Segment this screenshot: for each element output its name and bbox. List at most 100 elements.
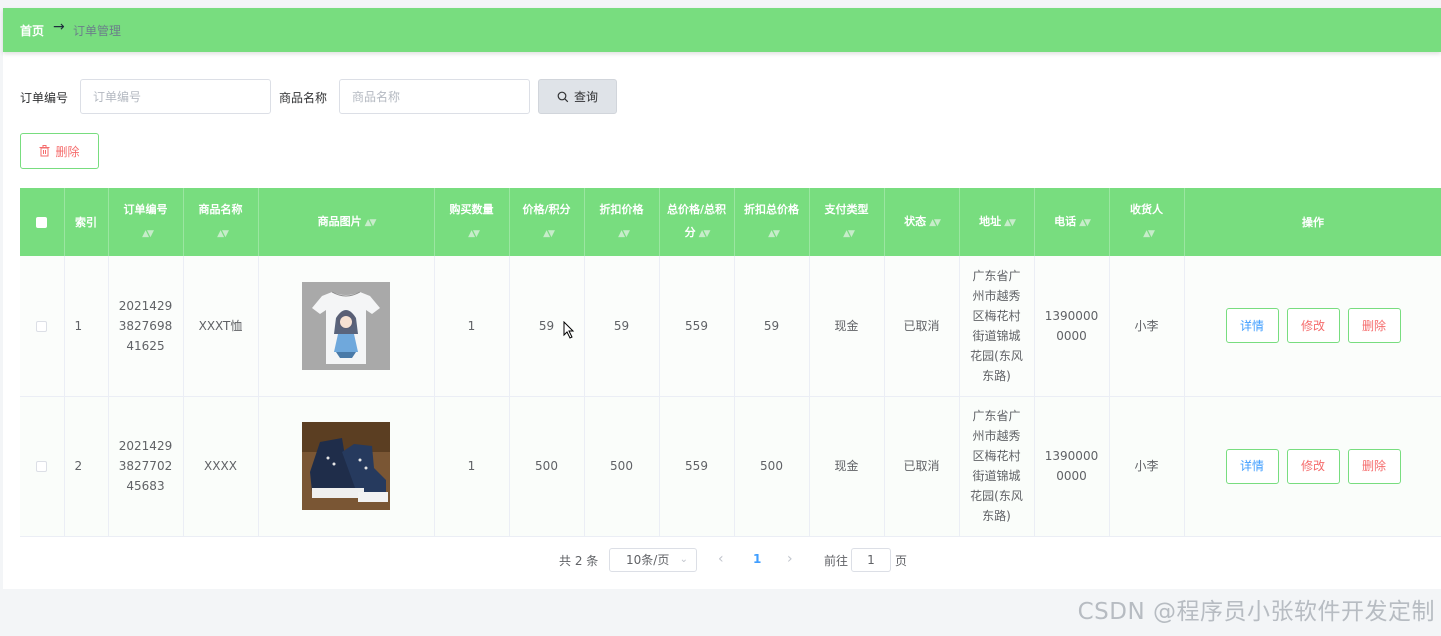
sort-icon[interactable]: ▲▼ xyxy=(1004,212,1016,235)
cell-pay-type: 现金 xyxy=(809,396,885,537)
cell-order-no: 2021429 3827698 41625 xyxy=(108,256,184,397)
pagination-total: 共 2 条 xyxy=(559,554,599,568)
cell-qty: 1 xyxy=(434,396,510,537)
cell-discount-total: 59 xyxy=(734,256,810,397)
cell-status: 已取消 xyxy=(884,396,960,537)
edit-button[interactable]: 修改 xyxy=(1286,308,1340,344)
select-all-checkbox[interactable] xyxy=(20,188,65,256)
cell-actions: 详情 修改 删除 xyxy=(1184,256,1441,397)
page-size-select[interactable]: 10条/页 ⌄ xyxy=(609,548,697,572)
orders-table: 索引 订单编号 ▲▼ 商品名称 ▲▼ 商品图片 ▲▼ 购买数量 ▲▼ 价格/积分 ▲▼ 折… xyxy=(20,188,1441,537)
col-discount-price[interactable]: 折扣价格 ▲▼ xyxy=(584,188,660,256)
query-button[interactable]: 查询 xyxy=(538,79,617,114)
table-header-row: 索引 订单编号 ▲▼ 商品名称 ▲▼ 商品图片 ▲▼ 购买数量 ▲▼ 价格/积分 ▲▼ 折… xyxy=(20,188,1441,256)
breadcrumb-home-link[interactable]: 首页 xyxy=(20,22,44,39)
cell-discount-total: 500 xyxy=(734,396,810,537)
cell-index: 1 xyxy=(64,256,109,397)
cell-price: 500 xyxy=(509,396,585,537)
cell-actions: 详情 修改 删除 xyxy=(1184,396,1441,537)
sort-icon[interactable]: ▲▼ xyxy=(618,223,630,246)
col-actions: 操作 xyxy=(1184,188,1441,256)
sort-icon[interactable]: ▲▼ xyxy=(1079,212,1091,235)
sort-icon[interactable]: ▲▼ xyxy=(929,212,941,235)
tshirt-icon xyxy=(302,281,390,370)
col-pay-type[interactable]: 支付类型 ▲▼ xyxy=(809,188,885,256)
chevron-down-icon: ⌄ xyxy=(679,554,688,565)
main-panel: 首页 → 订单管理 订单编号 商品名称 查询 删除 索引 订单编号▲▼ 商品名称… xyxy=(3,8,1441,589)
batch-delete-label: 删除 xyxy=(55,144,80,159)
trash-icon xyxy=(39,145,50,157)
row-checkbox[interactable] xyxy=(20,256,65,397)
sort-icon[interactable]: ▲▼ xyxy=(843,223,855,246)
product-name-input[interactable] xyxy=(339,79,530,114)
order-no-input[interactable] xyxy=(80,79,271,114)
batch-delete-button[interactable]: 删除 xyxy=(20,133,99,169)
delete-button[interactable]: 删除 xyxy=(1347,308,1401,344)
cell-product-image xyxy=(258,396,435,537)
col-qty[interactable]: 购买数量 ▲▼ xyxy=(434,188,510,256)
col-discount-total[interactable]: 折扣总价格▲▼ xyxy=(734,188,810,256)
breadcrumb: 首页 → 订单管理 xyxy=(3,8,1441,52)
cell-phone: 1390000 0000 xyxy=(1034,256,1110,397)
product-name-label: 商品名称 xyxy=(279,91,328,105)
cell-discount-price: 59 xyxy=(584,256,660,397)
prev-page-icon[interactable]: ‹ xyxy=(718,551,724,567)
col-order-no[interactable]: 订单编号 ▲▼ xyxy=(108,188,184,256)
query-label: 查询 xyxy=(573,90,598,104)
col-status[interactable]: 状态 ▲▼ xyxy=(884,188,960,256)
watermark: CSDN @程序员小张软件开发定制 xyxy=(1077,599,1435,625)
cell-phone: 1390000 0000 xyxy=(1034,396,1110,537)
sort-icon[interactable]: ▲▼ xyxy=(1143,223,1155,246)
cell-total: 559 xyxy=(659,256,735,397)
cell-status: 已取消 xyxy=(884,256,960,397)
cell-receiver: 小李 xyxy=(1109,256,1185,397)
col-product-name[interactable]: 商品名称 ▲▼ xyxy=(183,188,259,256)
next-page-icon[interactable]: › xyxy=(787,551,793,567)
col-receiver[interactable]: 收货人 ▲▼ xyxy=(1109,188,1185,256)
detail-button[interactable]: 详情 xyxy=(1225,448,1279,484)
col-phone[interactable]: 电话 ▲▼ xyxy=(1034,188,1110,256)
pagination: 共 2 条 10条/页 ⌄ ‹ 1 › 前往 1 页 xyxy=(3,548,1441,572)
page-size-value: 10条/页 xyxy=(626,553,670,567)
table-row: 1 2021429 3827698 41625 XXXT恤 1 59 59 55… xyxy=(20,256,1441,397)
col-total[interactable]: 总价格/总积分 ▲▼ xyxy=(659,188,735,256)
goto-label: 前往 xyxy=(824,554,849,568)
cell-index: 2 xyxy=(64,396,109,537)
detail-button[interactable]: 详情 xyxy=(1225,308,1279,344)
mouse-cursor-icon xyxy=(563,321,575,339)
breadcrumb-current: 订单管理 xyxy=(73,24,122,38)
cell-address: 广东省广 州市越秀 区梅花村 街道锦城 花园(东风 东路) xyxy=(959,396,1035,537)
order-no-label: 订单编号 xyxy=(20,91,69,105)
cell-receiver: 小李 xyxy=(1109,396,1185,537)
table-row: 2 2021429 3827702 45683 XXXX 1 500 500 5… xyxy=(20,396,1441,537)
cell-product-name: XXXX xyxy=(183,396,259,537)
sort-icon[interactable]: ▲▼ xyxy=(768,223,780,246)
sort-icon[interactable]: ▲▼ xyxy=(217,223,229,246)
col-address[interactable]: 地址 ▲▼ xyxy=(959,188,1035,256)
cell-discount-price: 500 xyxy=(584,396,660,537)
sort-icon[interactable]: ▲▼ xyxy=(365,212,377,235)
breadcrumb-arrow-icon: → xyxy=(53,19,65,35)
col-price[interactable]: 价格/积分 ▲▼ xyxy=(509,188,585,256)
cell-product-image xyxy=(258,256,435,397)
cell-address: 广东省广 州市越秀 区梅花村 街道锦城 花园(东风 东路) xyxy=(959,256,1035,397)
cell-product-name: XXXT恤 xyxy=(183,256,259,397)
cell-qty: 1 xyxy=(434,256,510,397)
search-icon xyxy=(557,91,569,102)
row-checkbox[interactable] xyxy=(20,396,65,537)
col-index: 索引 xyxy=(64,188,109,256)
page-suffix: 页 xyxy=(895,554,908,568)
sort-icon[interactable]: ▲▼ xyxy=(543,223,555,246)
sort-icon[interactable]: ▲▼ xyxy=(699,223,711,246)
sort-icon[interactable]: ▲▼ xyxy=(468,223,480,246)
delete-button[interactable]: 删除 xyxy=(1347,448,1401,484)
cell-total: 559 xyxy=(659,396,735,537)
cell-pay-type: 现金 xyxy=(809,256,885,397)
edit-button[interactable]: 修改 xyxy=(1286,448,1340,484)
page-number-current[interactable]: 1 xyxy=(753,552,761,566)
goto-page-input[interactable]: 1 xyxy=(851,548,891,572)
col-product-image[interactable]: 商品图片 ▲▼ xyxy=(258,188,435,256)
sort-icon[interactable]: ▲▼ xyxy=(142,223,154,246)
sneaker-icon xyxy=(302,422,390,510)
cell-order-no: 2021429 3827702 45683 xyxy=(108,396,184,537)
